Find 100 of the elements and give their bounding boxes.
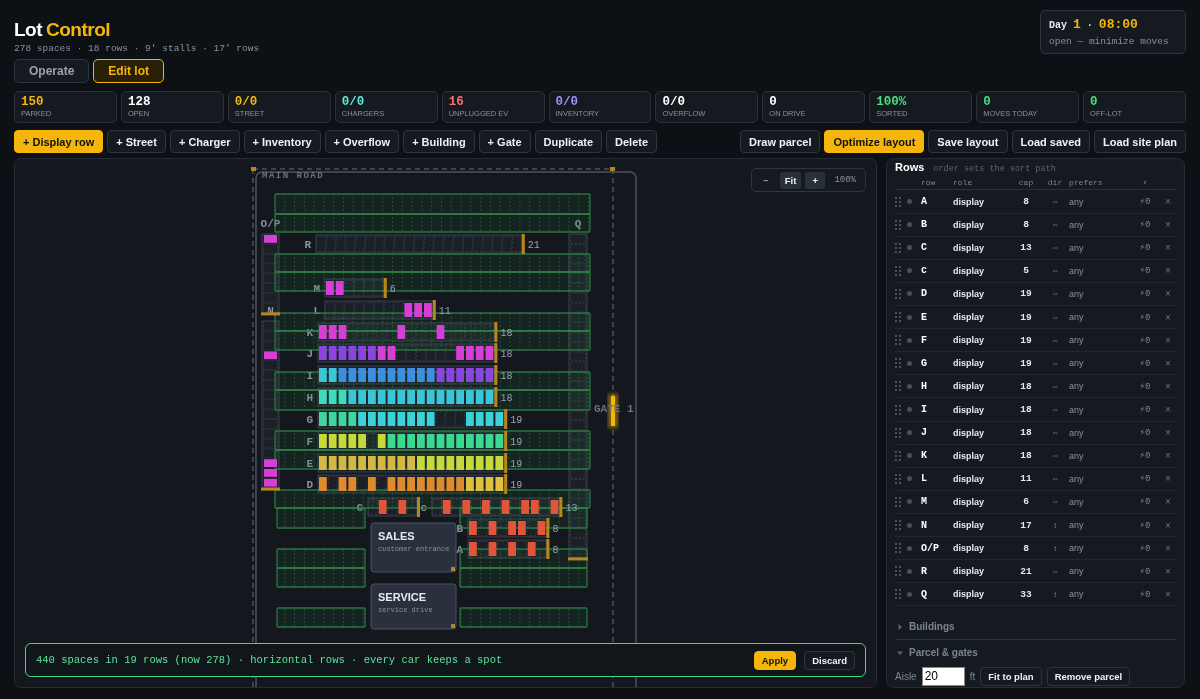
discard-button[interactable]: Discard [804,650,855,670]
remove-button[interactable]: × [1161,496,1175,508]
toolbar-button[interactable]: Optimize layout [824,130,925,153]
parcel-button[interactable]: Fit to plan [980,666,1042,686]
table-row[interactable]: Q display 33 ↕ any ⚡0 × [895,583,1176,607]
drag-handle-icon[interactable] [895,566,901,577]
toolbar-button[interactable]: + Charger [169,130,240,153]
table-row[interactable]: L display 11 ⇔ any ⚡0 × [895,467,1176,491]
toolbar-button[interactable]: + Gate [478,130,531,153]
toolbar-button[interactable]: Save layout [928,130,1008,153]
drag-handle-icon[interactable] [895,242,901,253]
drag-handle-icon[interactable] [895,381,901,392]
lot-canvas[interactable] [14,158,877,688]
remove-button[interactable]: × [1161,427,1175,439]
row-label: B [456,523,463,535]
row-role: display [953,219,985,230]
building[interactable] [370,522,457,573]
table-row[interactable]: K display 18 ⇔ any ⚡0 × [895,444,1176,468]
row-chargers: ⚡0 [1138,242,1152,254]
caret-icon [897,623,903,630]
remove-button[interactable]: × [1161,404,1175,415]
drag-handle-icon[interactable] [895,520,901,531]
drag-handle-icon[interactable] [895,427,901,438]
aisle-field[interactable]: 20 [921,666,965,686]
building[interactable] [370,583,457,630]
row-direction: ⇔ [1050,474,1060,484]
row-chargers: ⚡0 [1138,565,1152,577]
row-preference: any [1069,312,1085,323]
remove-button[interactable]: × [1161,450,1175,462]
table-row[interactable]: A display 8 ⇔ any ⚡0 × [895,190,1176,214]
row-direction: ↕ [1052,520,1058,530]
zoom-in-button[interactable]: + [805,171,826,189]
remove-button[interactable]: × [1161,219,1175,231]
table-row[interactable]: F display 19 ⇔ any ⚡0 × [895,329,1176,353]
remove-button[interactable]: × [1161,265,1175,277]
table-row[interactable]: J display 18 ⇔ any ⚡0 × [895,421,1176,445]
table-row[interactable]: O/P display 8 ↕ any ⚡0 × [895,537,1176,561]
toolbar-button[interactable]: + Inventory [243,130,321,153]
drag-handle-icon[interactable] [895,496,901,507]
remove-button[interactable]: × [1161,357,1175,369]
toolbar-button[interactable]: + Building [403,130,475,153]
remove-button[interactable]: × [1161,588,1175,600]
row-role: display [953,335,985,346]
remove-button[interactable]: × [1161,196,1175,208]
drag-handle-icon[interactable] [895,219,901,230]
row-role: display [953,404,985,415]
drag-handle-icon[interactable] [895,288,901,299]
table-row[interactable]: D display 19 ⇔ any ⚡0 × [895,282,1176,307]
drag-handle-icon[interactable] [895,312,901,323]
drag-handle-icon[interactable] [895,335,901,346]
table-row[interactable]: R display 21 ⇔ any ⚡0 × [895,560,1176,584]
mode-tab[interactable]: Operate [14,59,90,83]
drag-handle-icon[interactable] [895,543,901,554]
remove-button[interactable]: × [1161,473,1175,485]
toolbar-button[interactable]: Load site plan [1094,130,1186,153]
toolbar-button[interactable]: + Display row [14,130,104,153]
drag-handle-icon[interactable] [895,589,901,600]
day-number: 1 [1073,17,1081,32]
table-row[interactable]: E display 19 ⇔ any ⚡0 × [895,306,1176,330]
row-direction: ↕ [1052,589,1058,599]
drag-handle-icon[interactable] [895,196,901,207]
zoom-out-button[interactable]: − [755,171,776,189]
fit-button[interactable]: Fit [779,171,802,189]
toolbar-button[interactable]: Delete [606,130,658,153]
parcel-button[interactable]: Remove parcel [1046,666,1131,686]
mode-tab[interactable]: Edit lot [93,59,165,83]
toolbar-button[interactable]: + Street [107,130,166,153]
table-row[interactable]: B display 8 ⇔ any ⚡0 × [895,213,1176,237]
remove-button[interactable]: × [1161,242,1175,254]
section-header[interactable]: Parcel & gates [895,639,1176,666]
apply-button[interactable]: Apply [753,650,797,670]
remove-button[interactable]: × [1161,334,1175,346]
table-row[interactable]: M display 6 ⇔ any ⚡0 × [895,490,1176,514]
table-row[interactable]: I display 18 ⇔ any ⚡0 × [895,398,1176,422]
drag-handle-icon[interactable] [895,404,901,415]
drag-handle-icon[interactable] [895,450,901,461]
toolbar-button[interactable]: Duplicate [534,130,603,153]
drag-handle-icon[interactable] [895,473,901,484]
table-row[interactable]: H display 18 ⇔ any ⚡0 × [895,375,1176,399]
remove-button[interactable]: × [1161,565,1175,577]
drag-handle-icon[interactable] [895,265,901,276]
remove-button[interactable]: × [1161,542,1175,554]
row-chargers: ⚡0 [1138,404,1152,415]
resize-handle[interactable] [451,624,455,628]
toolbar-button[interactable]: Draw parcel [740,130,821,153]
remove-button[interactable]: × [1161,380,1175,392]
row-direction: ⇔ [1050,312,1060,322]
resize-handle[interactable] [451,567,455,571]
toolbar-button[interactable]: Load saved [1011,130,1091,153]
section-header[interactable]: Buildings [895,614,1176,640]
row-name: E [921,311,928,323]
table-row[interactable]: N display 17 ↕ any ⚡0 × [895,514,1176,538]
remove-button[interactable]: × [1161,288,1175,300]
drag-handle-icon[interactable] [895,358,901,369]
table-row[interactable]: c display 5 ⇔ any ⚡0 × [895,259,1176,283]
table-row[interactable]: C display 13 ⇔ any ⚡0 × [895,236,1176,260]
remove-button[interactable]: × [1161,311,1175,323]
remove-button[interactable]: × [1161,519,1175,531]
toolbar-button[interactable]: + Overflow [324,130,400,153]
table-row[interactable]: G display 19 ⇔ any ⚡0 × [895,352,1176,376]
